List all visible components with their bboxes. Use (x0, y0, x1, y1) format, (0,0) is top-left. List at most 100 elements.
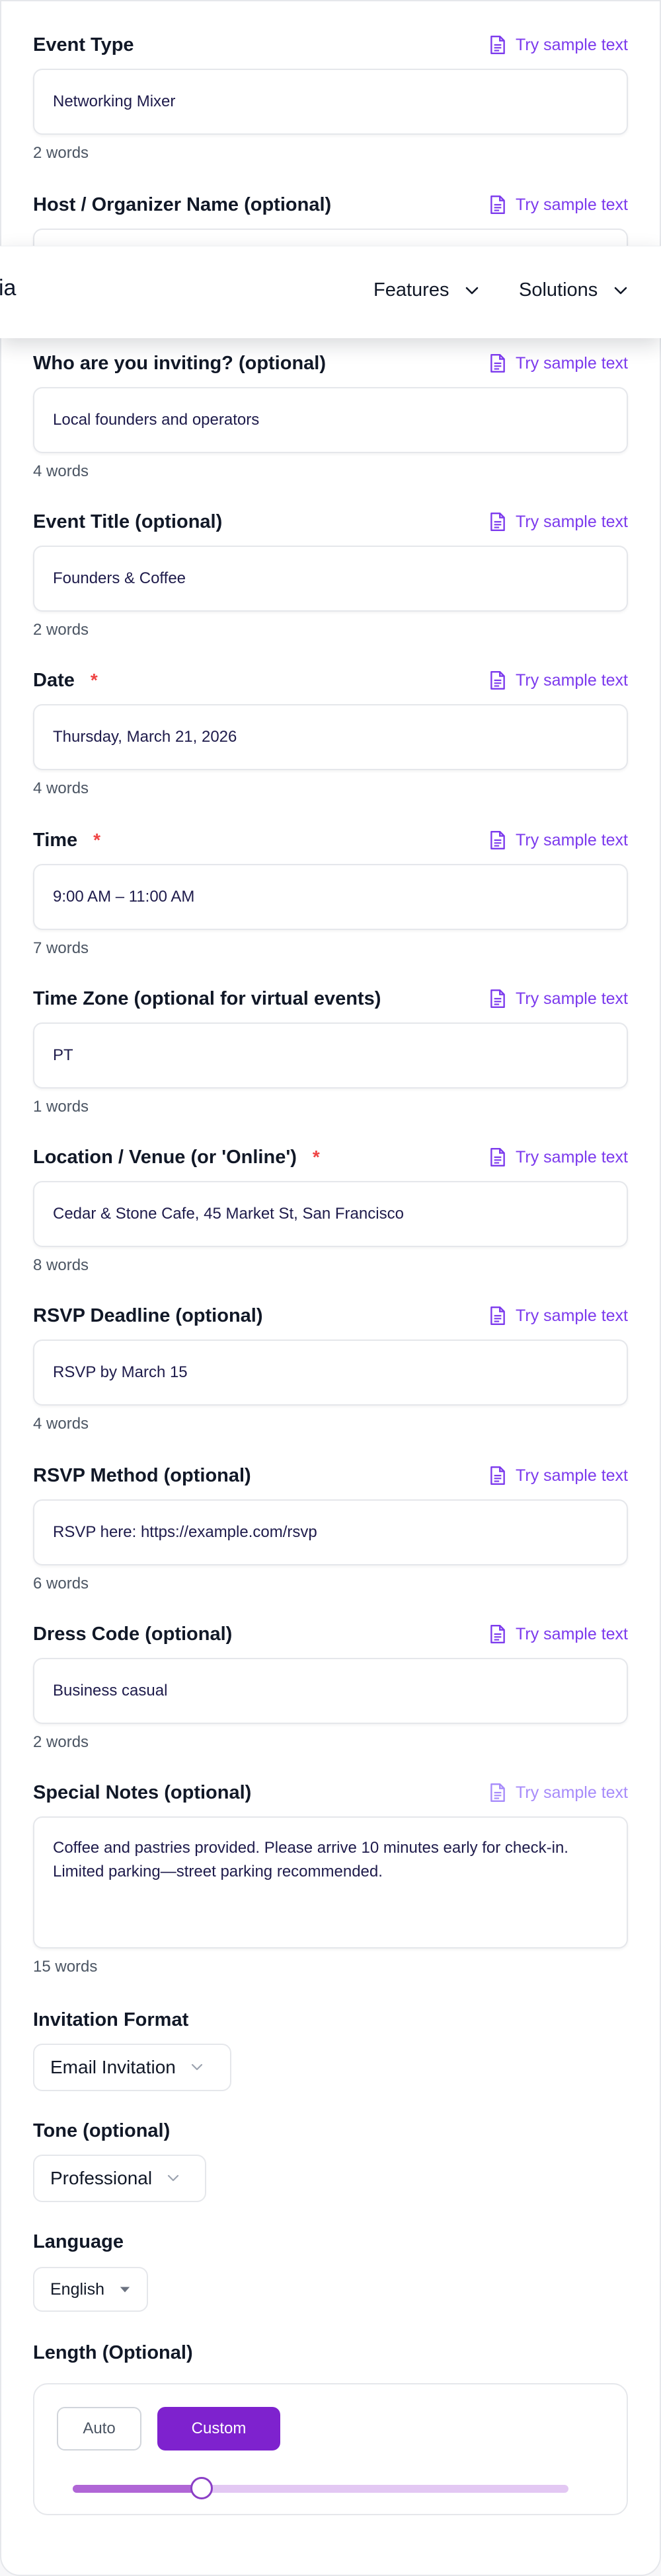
field-label: Time Zone (optional for virtual events) (33, 987, 381, 1009)
try-sample-label: Try sample text (516, 1466, 628, 1485)
field-label-text: Time (33, 829, 78, 851)
tone-label: Tone (optional) (33, 2120, 171, 2141)
logo[interactable]: ia (0, 275, 16, 301)
language-select[interactable]: English (33, 2267, 148, 2312)
document-icon (490, 1466, 505, 1485)
language-value: English (50, 2279, 104, 2299)
nav-features[interactable]: Features (373, 279, 479, 301)
chevron-down-icon (615, 287, 627, 294)
try-sample-button[interactable]: Try sample text (489, 1306, 628, 1326)
required-marker: * (312, 1147, 320, 1167)
field-label: Event Title (optional) (33, 511, 223, 532)
time-input[interactable]: 9:00 AM – 11:00 AM (33, 864, 628, 930)
required-marker: * (90, 670, 98, 690)
try-sample-button[interactable]: Try sample text (489, 830, 628, 850)
try-sample-label: Try sample text (516, 353, 628, 373)
word-count: 4 words (33, 1415, 89, 1433)
word-count: 6 words (33, 1575, 89, 1592)
word-count: 1 words (33, 1098, 89, 1116)
chevron-down-icon (466, 287, 479, 294)
word-count: 8 words (33, 1256, 89, 1274)
field-time: Time * Try sample text 9:00 AM – 11:00 A… (33, 827, 628, 958)
length-panel: Auto Custom (33, 2383, 628, 2515)
try-sample-label: Try sample text (516, 989, 628, 1008)
try-sample-label: Try sample text (516, 35, 628, 54)
try-sample-button[interactable]: Try sample text (489, 1147, 628, 1167)
field-label: Dress Code (optional) (33, 1623, 233, 1645)
field-label: RSVP Method (optional) (33, 1464, 251, 1486)
length-custom-button[interactable]: Custom (157, 2407, 280, 2451)
event-type-input[interactable]: Networking Mixer (33, 69, 628, 135)
word-count: 7 words (33, 939, 89, 957)
document-icon (490, 670, 505, 690)
document-icon (490, 512, 505, 532)
try-sample-label: Try sample text (516, 670, 628, 690)
rsvp-method-input[interactable]: RSVP here: https://example.com/rsvp (33, 1499, 628, 1565)
length-slider[interactable] (73, 2477, 568, 2499)
event-title-input[interactable]: Founders & Coffee (33, 546, 628, 612)
length-auto-button[interactable]: Auto (57, 2407, 141, 2451)
try-sample-button[interactable]: Try sample text (489, 670, 628, 690)
field-invitees: Who are you inviting? (optional) Try sam… (33, 350, 628, 481)
length-slider-fill (73, 2485, 202, 2493)
field-rsvp-deadline: RSVP Deadline (optional) Try sample text… (33, 1303, 628, 1433)
try-sample-label: Try sample text (516, 1306, 628, 1325)
try-sample-button[interactable]: Try sample text (489, 195, 628, 215)
try-sample-button[interactable]: Try sample text (489, 353, 628, 373)
try-sample-label: Try sample text (516, 1624, 628, 1643)
nav-solutions[interactable]: Solutions (519, 279, 628, 301)
document-icon (490, 35, 505, 55)
document-icon (490, 989, 505, 1009)
tone-value: Professional (50, 2168, 153, 2188)
chevron-down-icon (167, 2174, 179, 2182)
special-notes-textarea[interactable]: Coffee and pastries provided. Please arr… (33, 1816, 628, 1949)
field-date: Date * Try sample text Thursday, March 2… (33, 667, 628, 798)
try-sample-button[interactable]: Try sample text (489, 35, 628, 55)
document-icon (490, 195, 505, 215)
invitation-format-value: Email Invitation (50, 2057, 176, 2077)
try-sample-button[interactable]: Try sample text (489, 512, 628, 532)
chevron-down-icon (191, 2063, 202, 2071)
word-count: 2 words (33, 1733, 89, 1751)
rsvp-deadline-input[interactable]: RSVP by March 15 (33, 1340, 628, 1406)
field-label-text: Location / Venue (or 'Online') (33, 1146, 297, 1168)
invitees-input[interactable]: Local founders and operators (33, 387, 628, 453)
length-slider-thumb[interactable] (190, 2477, 213, 2499)
field-label: RSVP Deadline (optional) (33, 1305, 263, 1326)
document-icon (490, 1306, 505, 1326)
try-sample-label: Try sample text (516, 512, 628, 531)
try-sample-button[interactable]: Try sample text (489, 1783, 628, 1803)
language-label: Language (33, 2231, 124, 2252)
field-label: Host / Organizer Name (optional) (33, 194, 332, 215)
caret-down-icon (120, 2287, 130, 2293)
field-location: Location / Venue (or 'Online') * Try sam… (33, 1144, 628, 1275)
time-zone-input[interactable]: PT (33, 1022, 628, 1089)
invitation-format-select[interactable]: Email Invitation (33, 2044, 231, 2091)
word-count: 4 words (33, 779, 89, 797)
field-rsvp-method: RSVP Method (optional) Try sample text R… (33, 1462, 628, 1593)
field-time-zone: Time Zone (optional for virtual events) … (33, 985, 628, 1116)
field-event-type: Event Type Try sample text Networking Mi… (33, 32, 628, 162)
try-sample-button[interactable]: Try sample text (489, 1466, 628, 1485)
try-sample-label: Try sample text (516, 1783, 628, 1802)
length-label: Length (Optional) (33, 2342, 193, 2363)
word-count: 4 words (33, 462, 89, 480)
date-input[interactable]: Thursday, March 21, 2026 (33, 704, 628, 770)
try-sample-label: Try sample text (516, 830, 628, 849)
document-icon (490, 1624, 505, 1644)
field-dress-code: Dress Code (optional) Try sample text Bu… (33, 1621, 628, 1752)
field-label: Who are you inviting? (optional) (33, 352, 327, 374)
field-event-title: Event Title (optional) Try sample text F… (33, 509, 628, 639)
field-label-text: Date (33, 669, 75, 691)
field-label: Date * (33, 670, 98, 692)
location-input[interactable]: Cedar & Stone Cafe, 45 Market St, San Fr… (33, 1181, 628, 1247)
tone-select[interactable]: Professional (33, 2155, 206, 2202)
try-sample-label: Try sample text (516, 195, 628, 214)
try-sample-button[interactable]: Try sample text (489, 989, 628, 1009)
dress-code-input[interactable]: Business casual (33, 1658, 628, 1724)
field-label: Event Type (33, 34, 134, 55)
document-icon (490, 1783, 505, 1803)
try-sample-label: Try sample text (516, 1147, 628, 1166)
try-sample-button[interactable]: Try sample text (489, 1624, 628, 1644)
top-navbar: ia Features Solutions (0, 246, 661, 338)
